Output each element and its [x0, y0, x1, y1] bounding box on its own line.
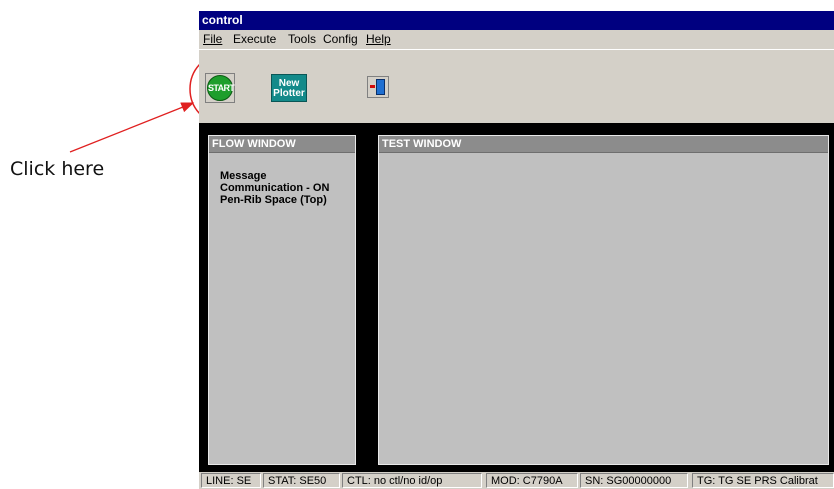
flow-line: Message [220, 170, 267, 182]
menu-tools-label: Tools [288, 32, 317, 46]
toolbar: START New Plotter [199, 49, 834, 123]
status-bar: LINE: SE STAT: SE50 CTL: no ctl/no id/op… [199, 472, 834, 489]
test-window-title: TEST WINDOW [379, 136, 828, 153]
menu-execute[interactable]: Execute [233, 30, 276, 49]
menu-execute-label: Execute [233, 32, 277, 46]
window-title: control [199, 11, 834, 30]
status-tg: TG: TG SE PRS Calibrat [692, 473, 834, 488]
menu-tools[interactable]: Tools [288, 30, 316, 49]
annotation-label: Click here [10, 158, 105, 180]
menu-help-label: Help [366, 32, 391, 46]
work-area: FLOW WINDOW Message Communication - ON P… [199, 123, 834, 472]
menu-config-label: Config [323, 32, 358, 46]
new-plotter-label-line2: Plotter [273, 88, 305, 99]
start-icon: START [207, 75, 235, 101]
status-sn: SN: SG00000000 [580, 473, 688, 488]
exit-button[interactable] [367, 76, 389, 98]
flow-line: Pen-Rib Space (Top) [220, 194, 327, 206]
flow-window-content: Message Communication - ON Pen-Rib Space… [209, 153, 355, 206]
start-button[interactable]: START [205, 73, 235, 103]
control-window: control File Execute Tools Config Help S… [199, 11, 834, 489]
menu-file-label: File [203, 32, 223, 46]
status-line: LINE: SE [201, 473, 261, 488]
flow-window-title: FLOW WINDOW [209, 136, 355, 153]
flow-window: FLOW WINDOW Message Communication - ON P… [208, 135, 356, 465]
exit-arrow-icon [370, 85, 375, 88]
flow-line: Communication - ON [220, 182, 330, 194]
start-label: START [208, 83, 235, 93]
test-window: TEST WINDOW [378, 135, 829, 465]
annotation-arrow [69, 102, 195, 153]
menu-file[interactable]: File [203, 30, 222, 49]
status-stat: STAT: SE50 [263, 473, 340, 488]
menu-bar: File Execute Tools Config Help [199, 30, 834, 49]
menu-help[interactable]: Help [366, 30, 391, 49]
new-plotter-button[interactable]: New Plotter [271, 74, 307, 102]
menu-config[interactable]: Config [323, 30, 358, 49]
status-ctl: CTL: no ctl/no id/op [342, 473, 482, 488]
exit-door-icon [376, 79, 385, 95]
status-mod: MOD: C7790A [486, 473, 578, 488]
